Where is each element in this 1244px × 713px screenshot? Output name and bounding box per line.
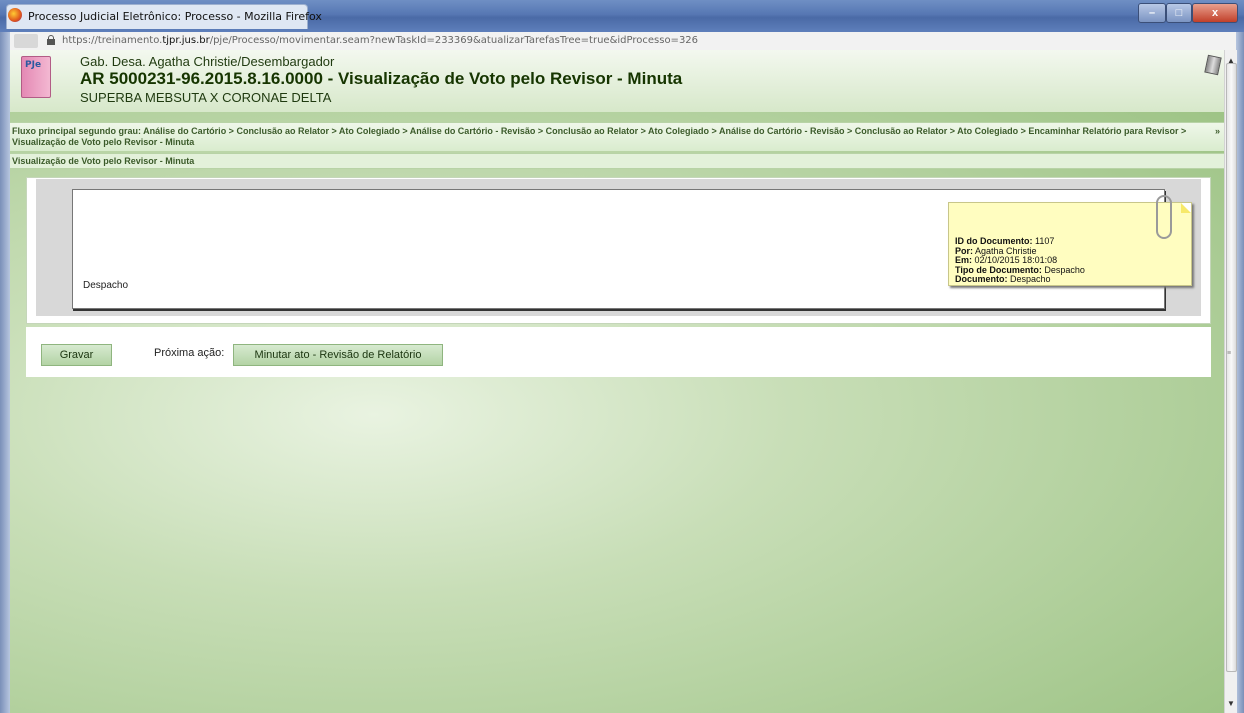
breadcrumb-text: Fluxo principal segundo grau: Análise do… bbox=[12, 126, 1187, 147]
gravar-button[interactable]: Gravar bbox=[41, 344, 112, 366]
vertical-scrollbar[interactable]: ▲ ≡ ▼ bbox=[1224, 50, 1237, 713]
maximize-button[interactable]: □ bbox=[1166, 3, 1192, 23]
minimize-button[interactable]: – bbox=[1138, 3, 1166, 23]
close-button[interactable]: x bbox=[1192, 3, 1238, 23]
document-panel: Despacho ID do Documento: 1107 Por: Agat… bbox=[26, 177, 1211, 324]
document-viewer: Despacho ID do Documento: 1107 Por: Agat… bbox=[36, 179, 1201, 316]
scroll-down-icon[interactable]: ▼ bbox=[1227, 699, 1235, 708]
url-bar[interactable]: https://treinamento.tjpr.jus.br/pje/Proc… bbox=[10, 32, 1236, 51]
firefox-icon bbox=[8, 8, 22, 22]
url-text[interactable]: https://treinamento.tjpr.jus.br/pje/Proc… bbox=[62, 35, 698, 46]
document-page: Despacho ID do Documento: 1107 Por: Agat… bbox=[72, 189, 1192, 309]
proxima-acao-label: Próxima ação: bbox=[154, 347, 225, 359]
scrollbar-thumb[interactable] bbox=[1226, 63, 1237, 672]
page-title: AR 5000231-96.2015.8.16.0000 - Visualiza… bbox=[80, 69, 683, 88]
window-title: Processo Judicial Eletrônico: Processo -… bbox=[28, 10, 322, 23]
note-fold bbox=[1181, 203, 1191, 213]
window-frame-left bbox=[0, 32, 10, 713]
page-content: PJe Gab. Desa. Agatha Christie/Desembarg… bbox=[10, 50, 1224, 713]
header-office: Gab. Desa. Agatha Christie/Desembargador bbox=[80, 54, 335, 69]
document-icon[interactable] bbox=[1204, 54, 1222, 76]
window-frame-right bbox=[1236, 32, 1244, 713]
note-doc-row: Documento: Despacho bbox=[955, 274, 1051, 284]
window-titlebar: Processo Judicial Eletrônico: Processo -… bbox=[0, 0, 1244, 32]
action-bar: Gravar Próxima ação: Minutar ato - Revis… bbox=[26, 327, 1211, 377]
site-identity-icon[interactable] bbox=[14, 34, 38, 48]
minutar-ato-button[interactable]: Minutar ato - Revisão de Relatório bbox=[233, 344, 443, 366]
scrollbar-grip-icon: ≡ bbox=[1227, 350, 1232, 357]
document-info-note: ID do Documento: 1107 Por: Agatha Christ… bbox=[948, 195, 1192, 286]
header-parties: SUPERBA MEBSUTA X CORONAE DELTA bbox=[80, 90, 332, 105]
breadcrumb-more-icon[interactable]: » bbox=[1215, 126, 1220, 137]
process-header: PJe Gab. Desa. Agatha Christie/Desembarg… bbox=[10, 50, 1224, 112]
breadcrumb: Fluxo principal segundo grau: Análise do… bbox=[10, 122, 1224, 151]
document-body-text: Despacho bbox=[83, 280, 129, 291]
pje-logo: PJe bbox=[21, 56, 51, 98]
lock-icon bbox=[47, 35, 55, 45]
section-title: Visualização de Voto pelo Revisor - Minu… bbox=[10, 153, 1224, 169]
paperclip-icon bbox=[1156, 195, 1172, 239]
